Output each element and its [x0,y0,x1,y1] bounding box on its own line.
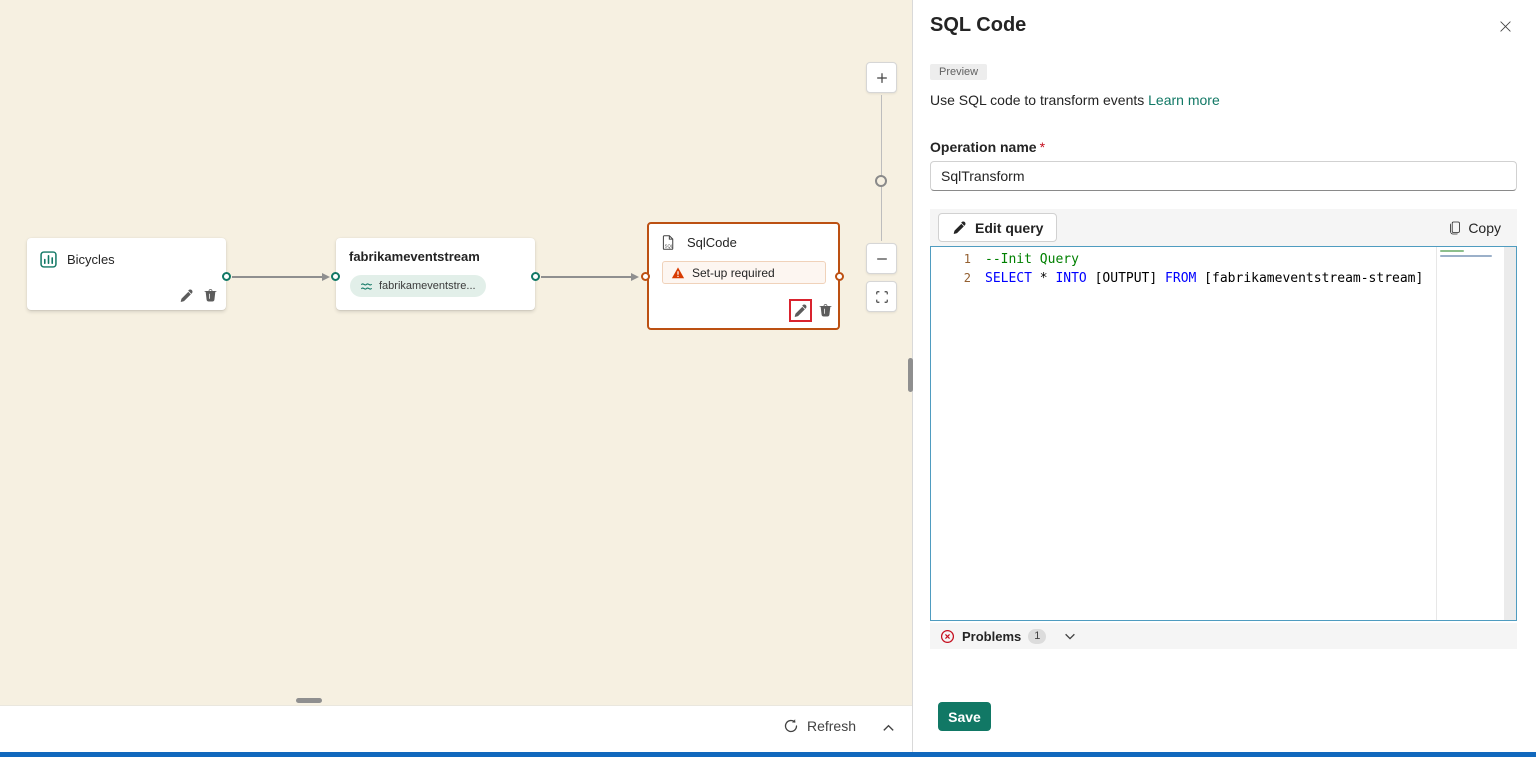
zoom-out-button[interactable] [866,243,897,274]
bottom-accent-strip [0,752,1536,757]
bar-chart-icon [40,251,57,268]
operation-name-input[interactable] [930,161,1517,191]
edge-bicycles-eventstream [232,276,324,278]
node-bicycles[interactable]: Bicycles [27,238,226,310]
description-text: Use SQL code to transform events [930,92,1149,108]
operation-name-label: Operation name * [930,139,1045,155]
code-line[interactable]: 2 SELECT * INTO [OUTPUT] FROM [fabrikamev… [931,269,1424,288]
refresh-button[interactable]: Refresh [783,718,856,734]
connector-dot[interactable] [222,272,231,281]
plus-icon [875,71,889,85]
arrowhead [322,273,330,281]
close-icon[interactable] [1497,18,1514,35]
editor-toolbar: Edit query Copy [930,209,1517,246]
refresh-label: Refresh [806,718,856,734]
preview-badge: Preview [930,64,988,80]
canvas-vertical-scrollbar[interactable] [908,358,913,392]
minimap-line [1440,255,1492,257]
canvas-footer: Refresh [0,705,912,752]
sql-document-icon: SQL [660,234,677,251]
code-text[interactable]: --Init Query [971,250,1079,269]
problems-count-badge: 1 [1028,628,1047,644]
required-asterisk: * [1039,139,1046,155]
connector-dot[interactable] [331,272,340,281]
canvas-horizontal-scrollbar[interactable] [296,698,322,703]
edge-eventstream-sqlcode [541,276,633,278]
chevron-down-icon[interactable] [1063,629,1077,643]
connector-dot[interactable] [531,272,540,281]
code-text[interactable]: SELECT * INTO [OUTPUT] FROM [fabrikameve… [971,269,1423,288]
zoom-slider[interactable] [881,95,882,241]
node-title: SqlCode [687,235,737,250]
eventstream-badge-label: fabrikameventstre... [379,280,476,292]
warning-icon [671,266,685,280]
setup-required-label: Set-up required [692,265,775,280]
panel-description: Use SQL code to transform events Learn m… [930,92,1220,108]
zoom-in-button[interactable] [866,62,897,93]
error-icon [940,629,955,644]
problems-label: Problems [962,628,1022,644]
fit-to-screen-button[interactable] [866,281,897,312]
copy-icon [1447,220,1463,236]
editor-scrollbar[interactable] [1504,247,1516,620]
fit-to-screen-icon [875,290,889,304]
copy-label: Copy [1468,219,1501,236]
node-eventstream[interactable]: fabrikameventstream fabrikameventstre... [336,238,535,310]
setup-required-warning: Set-up required [662,261,826,284]
learn-more-link[interactable]: Learn more [1148,92,1220,108]
pencil-icon [952,220,967,235]
zoom-slider-handle[interactable] [875,175,887,187]
sql-code-editor[interactable]: 1 --Init Query 2 SELECT * INTO [OUTPUT] FRO… [930,246,1517,621]
eventstream-badge: fabrikameventstre... [350,275,486,297]
node-title: Bicycles [67,252,115,267]
refresh-icon [783,718,799,734]
node-title: fabrikameventstream [349,249,480,264]
edit-query-button[interactable]: Edit query [938,213,1058,242]
pencil-icon [793,303,808,318]
chevron-up-icon[interactable] [881,721,896,736]
save-button[interactable]: Save [938,702,991,731]
trash-icon[interactable] [203,288,218,303]
panel-title: SQL Code [930,14,1027,36]
pencil-icon[interactable] [179,288,194,303]
copy-button[interactable]: Copy [1441,219,1507,237]
line-number: 2 [963,271,971,285]
connector-dot[interactable] [641,272,650,281]
svg-text:SQL: SQL [665,244,674,249]
minus-icon [875,252,889,266]
minimap-line [1440,250,1464,252]
line-number: 1 [963,252,971,266]
problems-bar[interactable]: Problems 1 [930,623,1517,649]
edit-query-label: Edit query [975,219,1044,236]
stream-icon [360,280,373,293]
minimap[interactable] [1436,247,1503,620]
code-line[interactable]: 1 --Init Query [931,250,1424,269]
arrowhead [631,273,639,281]
operation-name-text: Operation name [930,139,1037,155]
connector-dot[interactable] [835,272,844,281]
sqlcode-edit-button[interactable] [789,299,812,322]
sql-code-panel: SQL Code Preview Use SQL code to transfo… [914,0,1536,752]
node-sqlcode[interactable]: SQL SqlCode Set-up required [647,222,840,330]
trash-icon[interactable] [818,303,833,318]
code-lines[interactable]: 1 --Init Query 2 SELECT * INTO [OUTPUT] FRO… [931,250,1424,288]
eventstream-canvas[interactable]: Bicycles fabrikameventstream fabrikameve… [0,0,913,752]
